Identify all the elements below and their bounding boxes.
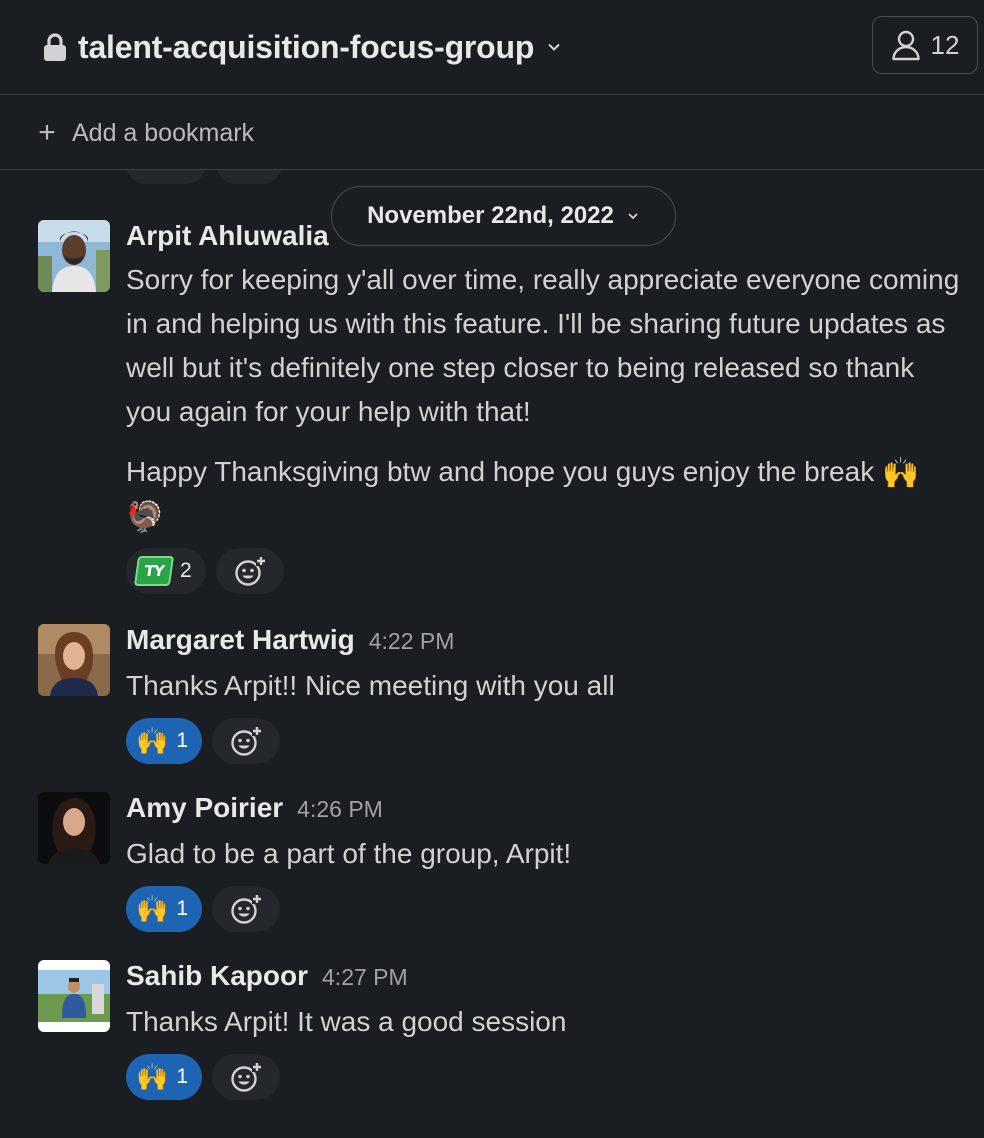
message-author[interactable]: Margaret Hartwig bbox=[126, 624, 355, 656]
add-reaction-icon bbox=[231, 1062, 263, 1092]
member-count: 12 bbox=[930, 29, 960, 60]
channel-name: talent-acquisition-focus-group bbox=[78, 28, 535, 65]
turkey-emoji-icon: 🦃 bbox=[126, 501, 164, 534]
add-reaction-button[interactable] bbox=[215, 548, 284, 594]
reactions-bar: 🙌 1 bbox=[126, 718, 964, 764]
plus-icon: + bbox=[38, 116, 56, 149]
message-author[interactable]: Arpit Ahluwalia bbox=[126, 220, 329, 252]
avatar[interactable] bbox=[38, 220, 110, 292]
add-reaction-icon bbox=[231, 726, 263, 756]
add-reaction-button[interactable] bbox=[212, 718, 281, 764]
avatar[interactable] bbox=[38, 792, 110, 864]
reaction-ty[interactable]: TY 2 bbox=[126, 548, 206, 594]
reactions-bar: 🙌 1 bbox=[126, 1054, 964, 1100]
message-timestamp[interactable]: 4:27 PM bbox=[322, 964, 408, 991]
message-text-paragraph-1: Sorry for keeping y'all over time, reall… bbox=[126, 264, 960, 427]
reaction-pill-partial[interactable] bbox=[126, 170, 206, 184]
person-icon bbox=[891, 30, 920, 61]
message-timestamp[interactable]: 4:22 PM bbox=[369, 628, 455, 655]
message-author[interactable]: Amy Poirier bbox=[126, 792, 283, 824]
reaction-count: 2 bbox=[180, 559, 192, 582]
ty-emoji-icon: TY bbox=[133, 556, 175, 586]
message-text: Glad to be a part of the group, Arpit! bbox=[126, 838, 572, 869]
date-divider-button[interactable]: November 22nd, 2022 bbox=[331, 186, 676, 246]
date-divider-label: November 22nd, 2022 bbox=[367, 202, 614, 229]
reaction-count: 1 bbox=[176, 1065, 189, 1088]
reactions-bar: 🙌 1 bbox=[126, 886, 964, 932]
bookmark-bar: + Add a bookmark bbox=[0, 95, 984, 170]
reaction-raised-hands[interactable]: 🙌 1 bbox=[126, 886, 203, 932]
avatar-image bbox=[38, 792, 110, 864]
chevron-down-icon bbox=[548, 43, 560, 51]
message-text: Sorry for keeping y'all over time, reall… bbox=[126, 258, 964, 434]
previous-reactions-partial bbox=[126, 170, 282, 184]
channel-header: talent-acquisition-focus-group 12 bbox=[0, 0, 984, 95]
message-text-paragraph-2: Happy Thanksgiving btw and hope you guys… bbox=[126, 456, 875, 487]
add-reaction-button[interactable] bbox=[212, 886, 281, 932]
raised-hands-emoji-icon: 🙌 bbox=[136, 726, 169, 756]
avatar[interactable] bbox=[38, 624, 110, 696]
avatar-image bbox=[38, 624, 110, 696]
add-bookmark-button[interactable]: + Add a bookmark bbox=[36, 115, 254, 151]
add-reaction-icon bbox=[234, 556, 266, 586]
add-bookmark-label: Add a bookmark bbox=[72, 118, 255, 147]
avatar-image bbox=[38, 220, 110, 292]
reaction-count: 1 bbox=[176, 729, 189, 752]
message-text: Happy Thanksgiving btw and hope you guys… bbox=[126, 450, 964, 538]
message-timestamp[interactable]: 4:26 PM bbox=[297, 796, 383, 823]
add-reaction-icon bbox=[231, 894, 263, 924]
raised-hands-emoji-icon: 🙌 bbox=[136, 894, 169, 924]
reactions-bar: TY 2 bbox=[126, 548, 964, 594]
reaction-count: 1 bbox=[176, 897, 189, 920]
channel-title-button[interactable]: talent-acquisition-focus-group bbox=[42, 26, 562, 68]
members-button[interactable]: 12 bbox=[872, 16, 978, 74]
avatar[interactable] bbox=[38, 960, 110, 1032]
reaction-raised-hands[interactable]: 🙌 1 bbox=[126, 1054, 203, 1100]
reaction-raised-hands[interactable]: 🙌 1 bbox=[126, 718, 203, 764]
chevron-down-icon bbox=[628, 213, 638, 220]
add-reaction-button[interactable] bbox=[212, 1054, 281, 1100]
message-text: Thanks Arpit!! Nice meeting with you all bbox=[126, 670, 615, 701]
message-author[interactable]: Sahib Kapoor bbox=[126, 960, 308, 992]
raised-hands-emoji-icon: 🙌 bbox=[136, 1062, 169, 1092]
raised-hands-emoji-icon: 🙌 bbox=[881, 457, 920, 490]
message-text: Thanks Arpit! It was a good session bbox=[126, 1006, 567, 1037]
lock-icon bbox=[44, 33, 66, 61]
add-reaction-partial[interactable] bbox=[216, 170, 282, 184]
avatar-image bbox=[38, 960, 110, 1032]
message-list[interactable]: Arpit Ahluwalia Sorry for keeping y'all … bbox=[0, 170, 984, 1138]
